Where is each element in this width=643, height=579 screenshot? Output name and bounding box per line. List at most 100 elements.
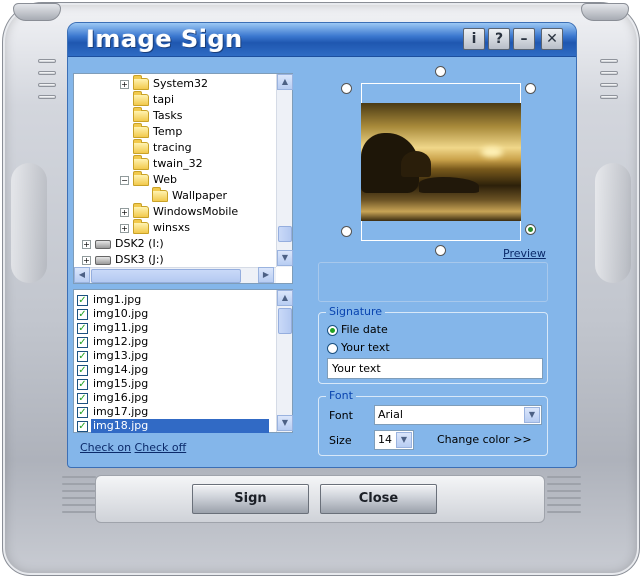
- checkbox-checked-icon[interactable]: ✓: [77, 378, 88, 390]
- minimize-button[interactable]: –: [513, 28, 535, 50]
- tree-item-winsxs[interactable]: + winsxs: [120, 219, 190, 236]
- expand-icon[interactable]: +: [82, 239, 91, 249]
- position-handle-bottom-left[interactable]: [341, 226, 352, 237]
- folder-icon: [133, 139, 149, 154]
- sign-button[interactable]: Sign: [192, 484, 309, 514]
- tree-item-temp[interactable]: Temp: [133, 123, 183, 140]
- list-item-selected[interactable]: ✓ img18.jpg: [77, 419, 273, 433]
- font-label: Font: [329, 409, 353, 422]
- size-select-value: 14: [378, 433, 392, 446]
- checkbox-checked-icon[interactable]: ✓: [77, 322, 88, 334]
- tree-item-label: tapi: [153, 93, 175, 106]
- list-item[interactable]: ✓ img15.jpg: [77, 377, 273, 391]
- tree-item-windowsmobile[interactable]: + WindowsMobile: [120, 203, 239, 220]
- tree-item-twain32[interactable]: twain_32: [133, 155, 203, 172]
- collapse-icon[interactable]: −: [120, 175, 129, 185]
- tree-scroll-thumb[interactable]: [278, 226, 292, 242]
- size-label: Size: [329, 434, 352, 447]
- close-button[interactable]: Close: [320, 484, 437, 514]
- scroll-left-icon[interactable]: ◀: [74, 267, 90, 283]
- checkbox-checked-icon[interactable]: ✓: [77, 336, 88, 348]
- tree-item-dsk3[interactable]: + DSK3 (J:): [82, 252, 164, 268]
- tree-item-wallpaper[interactable]: Wallpaper: [152, 187, 227, 204]
- position-handle-bottom[interactable]: [435, 245, 446, 256]
- scroll-up-icon[interactable]: ▲: [277, 290, 293, 306]
- list-item[interactable]: ✓ img1.jpg: [77, 293, 273, 307]
- scroll-up-icon[interactable]: ▲: [277, 74, 293, 90]
- position-handle-top-left[interactable]: [341, 83, 352, 94]
- list-item[interactable]: ✓ img16.jpg: [77, 391, 273, 405]
- size-select[interactable]: 14 ▼: [374, 430, 414, 450]
- tree-item-system32[interactable]: + System32: [120, 75, 208, 92]
- tree-item-tapi[interactable]: tapi: [133, 91, 175, 108]
- checkbox-checked-icon[interactable]: ✓: [77, 364, 88, 376]
- file-name: img17.jpg: [93, 405, 149, 418]
- vent-right: [547, 476, 581, 520]
- main-panel: Image Sign i ? – ✕ + System32 tapi Tasks …: [67, 22, 577, 468]
- checkbox-checked-icon[interactable]: ✓: [77, 406, 88, 418]
- expand-icon[interactable]: +: [120, 79, 129, 89]
- expand-icon[interactable]: +: [120, 207, 129, 217]
- position-handle-top-right[interactable]: [525, 83, 536, 94]
- list-item[interactable]: ✓ img13.jpg: [77, 349, 273, 363]
- scroll-down-icon[interactable]: ▼: [277, 415, 293, 431]
- radio-selected-icon[interactable]: [327, 324, 338, 336]
- preview-link[interactable]: Preview: [503, 247, 546, 260]
- expand-icon[interactable]: +: [120, 223, 129, 233]
- list-item[interactable]: ✓ img14.jpg: [77, 363, 273, 377]
- tree-item-dsk2[interactable]: + DSK2 (I:): [82, 236, 164, 252]
- signature-text-input[interactable]: Your text: [327, 358, 543, 379]
- checkbox-checked-icon[interactable]: ✓: [77, 294, 88, 306]
- folder-icon: [133, 75, 149, 90]
- tree-item-label: Temp: [153, 125, 183, 138]
- chevron-down-icon[interactable]: ▼: [396, 432, 412, 448]
- title-bar[interactable]: Image Sign i ? – ✕: [68, 23, 576, 57]
- checkbox-checked-icon[interactable]: ✓: [77, 350, 88, 362]
- file-list[interactable]: ✓ img1.jpg ✓ img10.jpg ✓ img11.jpg ✓ img12.j…: [73, 289, 293, 433]
- tree-item-label: WindowsMobile: [153, 205, 239, 218]
- scroll-down-icon[interactable]: ▼: [277, 250, 293, 266]
- check-links: Check on Check off: [80, 441, 186, 454]
- file-list-scroll-thumb[interactable]: [278, 308, 292, 334]
- font-select-value: Arial: [378, 408, 403, 421]
- close-window-button[interactable]: ✕: [541, 28, 563, 50]
- checkbox-checked-icon[interactable]: ✓: [77, 420, 88, 432]
- file-name: img11.jpg: [93, 321, 149, 334]
- info-button[interactable]: i: [463, 28, 485, 50]
- radio-unselected-icon[interactable]: [327, 342, 338, 354]
- radio-file-date[interactable]: File date: [327, 323, 388, 336]
- position-handle-bottom-right-selected[interactable]: [525, 224, 536, 235]
- file-list-scrollbar[interactable]: ▲ ▼: [276, 290, 293, 432]
- tree-item-tasks[interactable]: Tasks: [133, 107, 182, 124]
- tree-item-web[interactable]: − Web: [120, 171, 177, 188]
- tree-horizontal-scrollbar[interactable]: ◀ ▶: [74, 267, 276, 283]
- list-item[interactable]: ✓ img17.jpg: [77, 405, 273, 419]
- font-select[interactable]: Arial ▼: [374, 405, 542, 425]
- radio-your-text[interactable]: Your text: [327, 341, 390, 354]
- scroll-right-icon[interactable]: ▶: [258, 267, 274, 283]
- list-item[interactable]: ✓ img12.jpg: [77, 335, 273, 349]
- help-button[interactable]: ?: [488, 28, 510, 50]
- file-name: img10.jpg: [93, 307, 149, 320]
- folder-icon: [133, 91, 149, 106]
- file-name: img16.jpg: [93, 391, 149, 404]
- expand-icon[interactable]: +: [82, 255, 91, 265]
- tree-hscroll-thumb[interactable]: [91, 269, 241, 283]
- change-color-link[interactable]: Change color >>: [437, 433, 532, 446]
- folder-icon: [133, 123, 149, 138]
- list-item[interactable]: ✓ img11.jpg: [77, 321, 273, 335]
- tree-vertical-scrollbar[interactable]: ▲ ▼: [276, 74, 293, 267]
- checkbox-checked-icon[interactable]: ✓: [77, 308, 88, 320]
- tree-item-label: DSK3 (J:): [115, 253, 164, 266]
- check-off-link[interactable]: Check off: [135, 441, 187, 454]
- tree-item-tracing[interactable]: tracing: [133, 139, 192, 156]
- check-on-link[interactable]: Check on: [80, 441, 131, 454]
- folder-icon: [133, 107, 149, 122]
- checkbox-checked-icon[interactable]: ✓: [77, 392, 88, 404]
- list-item[interactable]: ✓ img10.jpg: [77, 307, 273, 321]
- font-group: Font Font Arial ▼ Size 14 ▼ Change color…: [318, 389, 548, 456]
- folder-tree[interactable]: + System32 tapi Tasks Temp tracing twain_…: [73, 73, 293, 284]
- chevron-down-icon[interactable]: ▼: [524, 407, 540, 423]
- position-handle-top[interactable]: [435, 66, 446, 77]
- preview-info-box: [318, 262, 548, 302]
